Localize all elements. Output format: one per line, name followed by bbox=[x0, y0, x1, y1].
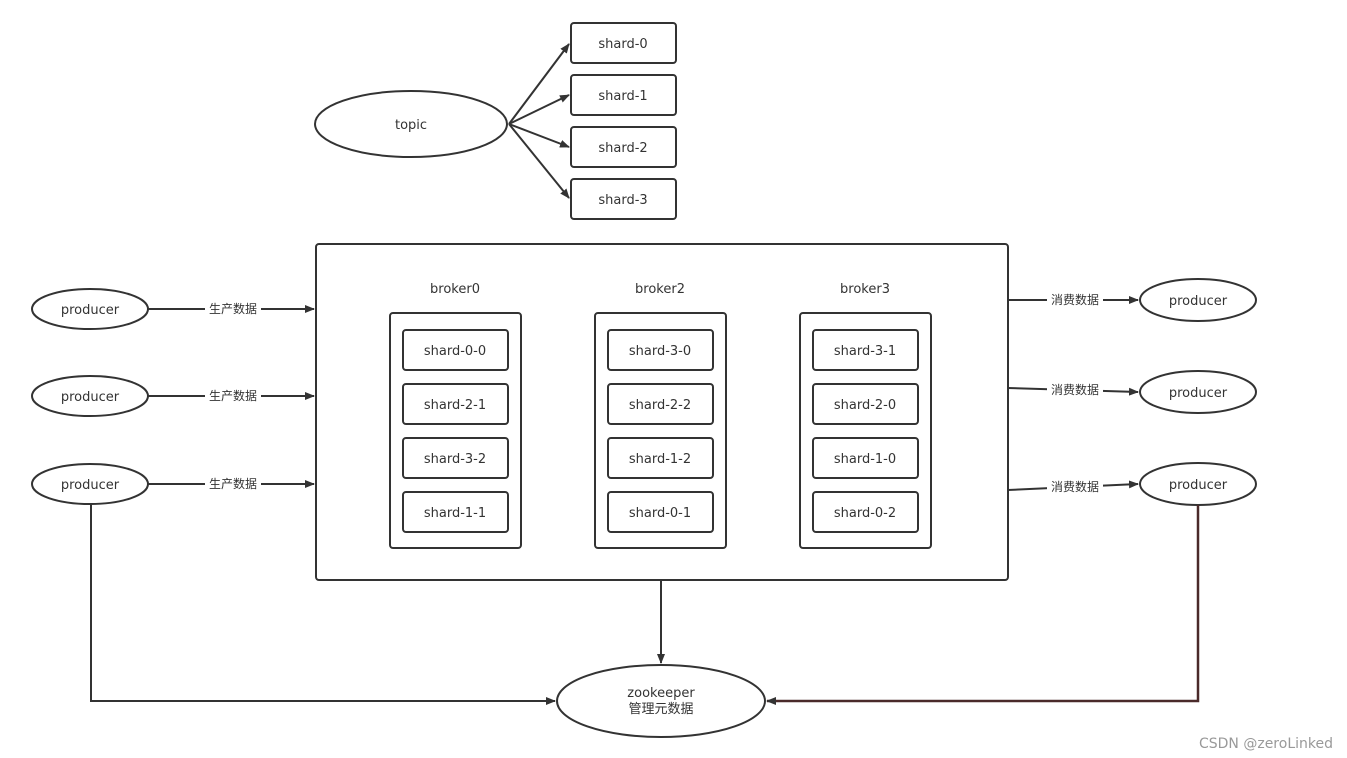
producer-node: 生产数据 producer bbox=[31, 463, 315, 505]
svg-text:shard-3-2: shard-3-2 bbox=[424, 452, 486, 467]
producer-label: producer bbox=[61, 478, 120, 493]
left-producers: 生产数据 producer 生产数据 producer 生产数据 producer bbox=[31, 288, 315, 505]
broker-shard: shard-2-0 bbox=[812, 383, 919, 425]
broker-shard: shard-0-0 bbox=[402, 329, 509, 371]
producer-label: producer bbox=[1169, 478, 1228, 493]
edge-label: 生产数据 bbox=[209, 388, 257, 403]
brokers: broker0 shard-0-0 shard-2-1 shard-3-2 shard-… bbox=[389, 282, 932, 549]
producer-label: producer bbox=[61, 390, 120, 405]
broker-shard: shard-0-2 bbox=[812, 491, 919, 533]
svg-text:shard-1-1: shard-1-1 bbox=[424, 506, 486, 521]
consumer-node: 消费数据 producer bbox=[1008, 278, 1257, 322]
consumer-node: 消费数据 producer bbox=[1007, 370, 1257, 414]
svg-text:shard-3-0: shard-3-0 bbox=[629, 344, 691, 359]
broker-shard: shard-1-0 bbox=[812, 437, 919, 479]
zookeeper-node: zookeeper 管理元数据 bbox=[556, 664, 766, 738]
topic-shard: shard-0 bbox=[570, 22, 677, 64]
broker-shard: shard-3-1 bbox=[812, 329, 919, 371]
svg-text:shard-1: shard-1 bbox=[598, 89, 647, 104]
svg-text:shard-2: shard-2 bbox=[598, 141, 647, 156]
svg-text:shard-1-0: shard-1-0 bbox=[834, 452, 896, 467]
edge-label: 消费数据 bbox=[1051, 479, 1099, 494]
broker-shard: shard-1-1 bbox=[402, 491, 509, 533]
edge-label: 生产数据 bbox=[209, 476, 257, 491]
svg-text:shard-1-2: shard-1-2 bbox=[629, 452, 691, 467]
producer-node: 生产数据 producer bbox=[31, 375, 315, 417]
producer-label: producer bbox=[1169, 386, 1228, 401]
topic-shards: shard-0 shard-1 shard-2 shard-3 bbox=[570, 22, 677, 220]
producer-label: producer bbox=[1169, 294, 1228, 309]
topic-shard: shard-3 bbox=[570, 178, 677, 220]
broker-shard: shard-3-0 bbox=[607, 329, 714, 371]
broker-shard: shard-1-2 bbox=[607, 437, 714, 479]
broker: broker0 shard-0-0 shard-2-1 shard-3-2 shard-… bbox=[389, 282, 522, 549]
consumer-node: 消费数据 producer bbox=[1007, 462, 1257, 506]
edge-label: 消费数据 bbox=[1051, 292, 1099, 307]
broker: broker3 shard-3-1 shard-2-0 shard-1-0 shard-… bbox=[799, 282, 932, 549]
svg-text:shard-2-0: shard-2-0 bbox=[834, 398, 896, 413]
edge-topic-shard-1 bbox=[508, 94, 570, 125]
broker-name: broker2 bbox=[635, 282, 685, 297]
broker-shard: shard-2-1 bbox=[402, 383, 509, 425]
broker-name: broker0 bbox=[430, 282, 480, 297]
topic-edges bbox=[508, 43, 570, 199]
producer-node: 生产数据 producer bbox=[31, 288, 315, 330]
broker: broker2 shard-3-0 shard-2-2 shard-1-2 shard-… bbox=[594, 282, 727, 549]
watermark: CSDN @zeroLinked bbox=[1199, 736, 1333, 752]
topic-shard: shard-1 bbox=[570, 74, 677, 116]
right-producers: 消费数据 producer 消费数据 producer 消费数据 producer bbox=[1007, 278, 1257, 506]
broker-shard: shard-0-1 bbox=[607, 491, 714, 533]
edge-label: 生产数据 bbox=[209, 301, 257, 316]
topic-label: topic bbox=[395, 118, 427, 133]
broker-shard: shard-2-2 bbox=[607, 383, 714, 425]
svg-text:shard-3: shard-3 bbox=[598, 193, 647, 208]
topic-shard: shard-2 bbox=[570, 126, 677, 168]
svg-text:shard-3-1: shard-3-1 bbox=[834, 344, 896, 359]
svg-text:shard-0-0: shard-0-0 bbox=[424, 344, 486, 359]
producer-label: producer bbox=[61, 303, 120, 318]
svg-text:shard-2-2: shard-2-2 bbox=[629, 398, 691, 413]
svg-text:shard-0: shard-0 bbox=[598, 37, 647, 52]
topic-node: topic bbox=[314, 90, 508, 158]
broker-name: broker3 bbox=[840, 282, 890, 297]
broker-shard: shard-3-2 bbox=[402, 437, 509, 479]
edge-label: 消费数据 bbox=[1051, 382, 1099, 397]
architecture-diagram: topic shard-0 shard-1 shard-2 shard-3 br… bbox=[31, 22, 1333, 752]
zookeeper-sublabel: 管理元数据 bbox=[628, 702, 693, 717]
svg-text:shard-0-1: shard-0-1 bbox=[629, 506, 691, 521]
svg-text:shard-2-1: shard-2-1 bbox=[424, 398, 486, 413]
edge-topic-shard-0 bbox=[508, 43, 570, 125]
svg-text:shard-0-2: shard-0-2 bbox=[834, 506, 896, 521]
zookeeper-label: zookeeper bbox=[627, 686, 695, 701]
